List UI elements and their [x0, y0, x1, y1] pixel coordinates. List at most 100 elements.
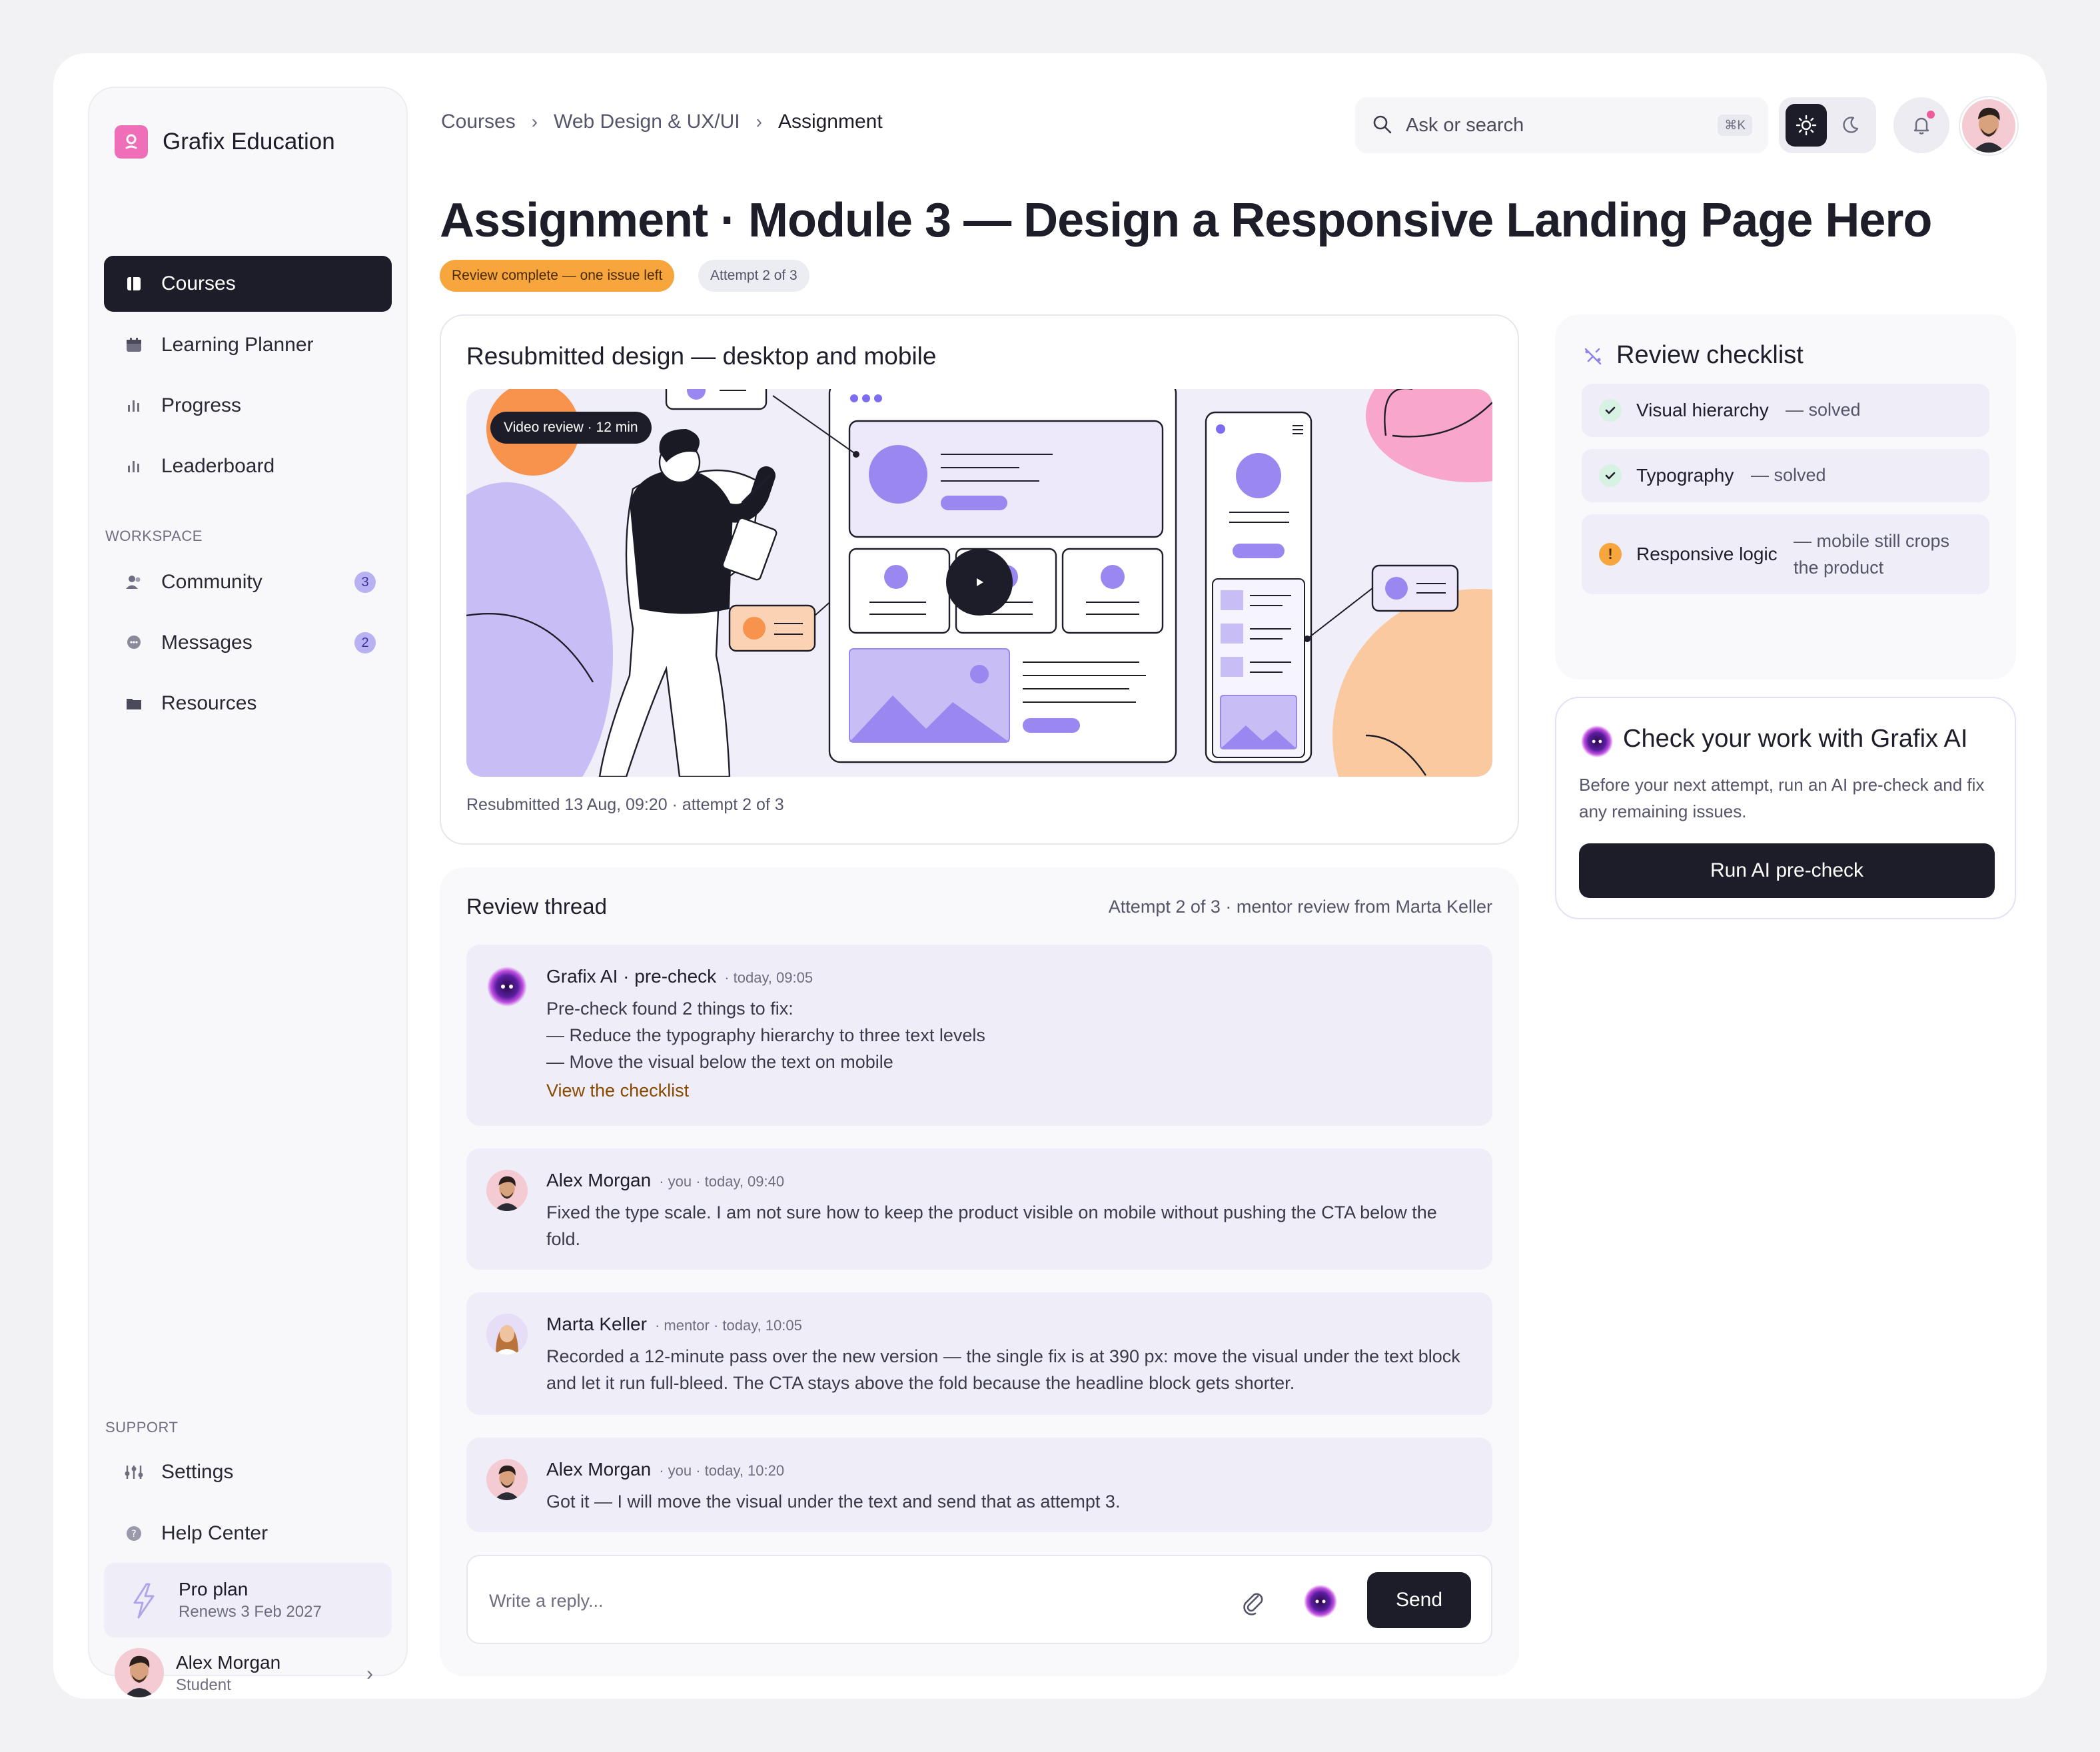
- warning-icon: !: [1599, 543, 1622, 566]
- sidebar-item-label: Settings: [161, 1461, 234, 1483]
- message-body: Pre-check found 2 things to fix: — Reduc…: [546, 995, 1472, 1075]
- folder-icon: [124, 693, 144, 713]
- bar-chart-icon: [124, 396, 144, 416]
- status-badge: Review complete — one issue left: [440, 260, 675, 292]
- user-profile-row[interactable]: Alex Morgan Student ›: [104, 1644, 392, 1704]
- plan-renewal: Renews 3 Feb 2027: [179, 1603, 322, 1621]
- plan-card[interactable]: Pro plan Renews 3 Feb 2027: [104, 1563, 392, 1637]
- users-icon: [124, 572, 144, 592]
- messages-count-badge: 2: [354, 632, 376, 654]
- sun-icon: [1796, 115, 1817, 136]
- chevron-right-icon: ›: [531, 111, 538, 132]
- resubmitted-caption: Resubmitted 13 Aug, 09:20 · attempt 2 of…: [466, 795, 784, 814]
- thread-message: Alex Morgan · you · today, 10:20 Got it …: [466, 1438, 1492, 1532]
- bar-chart-icon: [124, 456, 144, 476]
- app-window: Grafix Education Courses Learning Planne…: [53, 53, 2047, 1699]
- sidebar: Grafix Education Courses Learning Planne…: [88, 87, 408, 1697]
- brand-logo-icon: [115, 125, 148, 159]
- sparkle-checklist-icon: [1582, 345, 1604, 371]
- checklist-item[interactable]: ! Responsive logic — mobile still crops …: [1582, 514, 1989, 594]
- sidebar-item-resources[interactable]: Resources: [104, 675, 392, 731]
- sidebar-item-label: Help Center: [161, 1522, 268, 1544]
- check-icon: [1599, 464, 1622, 487]
- message-time: · you · today, 10:20: [659, 1462, 785, 1479]
- attempt-badge: Attempt 2 of 3: [698, 260, 809, 292]
- page-title: Assignment · Module 3 — Design a Respons…: [440, 194, 1932, 247]
- message-time: · mentor · today, 10:05: [654, 1317, 802, 1334]
- chevron-right-icon: ›: [756, 111, 762, 132]
- breadcrumb-courses[interactable]: Courses: [441, 111, 516, 133]
- reply-input[interactable]: [489, 1583, 1195, 1619]
- brand[interactable]: Grafix Education: [115, 125, 335, 159]
- notification-dot: [1927, 111, 1935, 119]
- paperclip-icon: [1243, 1593, 1263, 1615]
- video-review-chip[interactable]: Video review · 12 min: [490, 412, 652, 444]
- notifications-button[interactable]: [1893, 97, 1949, 153]
- sidebar-item-settings[interactable]: Settings: [104, 1444, 392, 1500]
- search-icon: [1371, 113, 1394, 139]
- message-line: — Move the visual below the text on mobi…: [546, 1052, 893, 1072]
- checklist-item-status: — solved: [1786, 400, 1861, 420]
- sidebar-item-label: Courses: [161, 272, 236, 294]
- play-button[interactable]: [946, 549, 1013, 616]
- breadcrumb: Courses › Web Design & UX/UI › Assignmen…: [441, 111, 883, 133]
- calendar-icon: [124, 335, 144, 355]
- search-shortcut: ⌘K: [1718, 115, 1752, 136]
- chevron-right-icon: ›: [366, 1663, 373, 1685]
- help-icon: ?: [124, 1524, 144, 1543]
- ai-assist-button[interactable]: [1302, 1583, 1339, 1620]
- support-section-label: SUPPORT: [105, 1419, 179, 1436]
- play-icon: [977, 578, 983, 586]
- search-input[interactable]: [1406, 108, 1699, 143]
- checklist-item-status: — solved: [1751, 465, 1826, 485]
- sidebar-item-progress[interactable]: Progress: [104, 378, 392, 434]
- review-checklist: Review checklist Visual hierarchy — solv…: [1555, 314, 2016, 679]
- sidebar-item-label: Progress: [161, 394, 242, 416]
- grafix-ai-icon: [1303, 1584, 1338, 1619]
- message-header: Marta Keller · mentor · today, 10:05: [546, 1314, 802, 1335]
- view-checklist-link[interactable]: View the checklist: [546, 1081, 689, 1101]
- run-ai-precheck-button[interactable]: Run AI pre-check: [1579, 843, 1995, 898]
- ai-card-description: Before your next attempt, run an AI pre-…: [1579, 775, 1985, 821]
- user-name: Alex Morgan: [176, 1652, 281, 1673]
- book-icon: [124, 274, 144, 294]
- breadcrumb-web-design[interactable]: Web Design & UX/UI: [554, 111, 740, 133]
- search-bar[interactable]: ⌘K: [1355, 97, 1768, 153]
- thread-meta: Attempt 2 of 3 · mentor review from Mart…: [1108, 897, 1492, 917]
- sidebar-item-courses[interactable]: Courses: [104, 256, 392, 312]
- dark-mode-button[interactable]: [1830, 104, 1871, 147]
- user-role: Student: [176, 1676, 231, 1694]
- avatar: [115, 1648, 164, 1697]
- checklist-item[interactable]: Visual hierarchy — solved: [1582, 384, 1989, 437]
- avatar[interactable]: [1960, 97, 2017, 155]
- community-count-badge: 3: [354, 572, 376, 593]
- svg-text:?: ?: [131, 1529, 136, 1539]
- sidebar-item-learning-planner[interactable]: Learning Planner: [104, 317, 392, 373]
- sidebar-item-community[interactable]: Community 3: [104, 554, 392, 610]
- sidebar-item-label: Leaderboard: [161, 455, 275, 477]
- sidebar-item-help-center[interactable]: ? Help Center: [104, 1506, 392, 1561]
- avatar: [486, 1459, 528, 1500]
- design-illustration[interactable]: Video review · 12 min: [466, 389, 1492, 777]
- message-header: Alex Morgan · you · today, 10:20: [546, 1459, 784, 1480]
- light-mode-button[interactable]: [1786, 104, 1827, 147]
- send-button[interactable]: Send: [1367, 1572, 1471, 1628]
- sidebar-item-messages[interactable]: Messages 2: [104, 615, 392, 671]
- plan-name: Pro plan: [179, 1579, 249, 1599]
- grafix-ai-avatar: [486, 966, 528, 1007]
- sidebar-item-label: Learning Planner: [161, 334, 314, 356]
- sidebar-item-leaderboard[interactable]: Leaderboard: [104, 438, 392, 494]
- attach-button[interactable]: [1234, 1583, 1271, 1620]
- checklist-title: Review checklist: [1616, 341, 1804, 369]
- check-icon: [1599, 399, 1622, 422]
- theme-toggle: [1779, 97, 1876, 153]
- ai-card-title: Check your work with Grafix AI: [1623, 725, 1968, 753]
- sidebar-item-label: Resources: [161, 692, 257, 714]
- checklist-item[interactable]: Typography — solved: [1582, 449, 1989, 502]
- message-line: — Reduce the typography hierarchy to thr…: [546, 1025, 985, 1045]
- message-time: · you · today, 09:40: [659, 1173, 785, 1190]
- design-card-title: Resubmitted design — desktop and mobile: [466, 342, 937, 370]
- checklist-item-name: Responsive logic: [1636, 544, 1778, 564]
- avatar: [486, 1170, 528, 1211]
- reply-composer: Send: [466, 1555, 1492, 1644]
